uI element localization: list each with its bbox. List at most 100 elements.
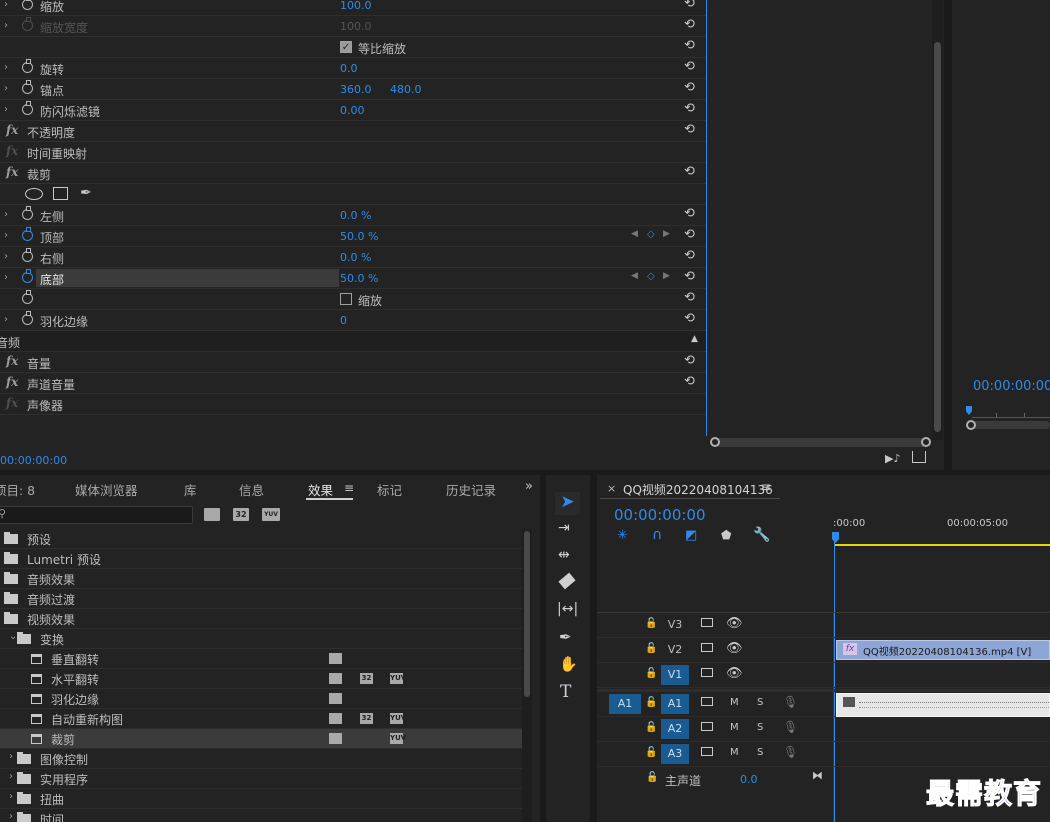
track-target-label[interactable]: V1 bbox=[661, 665, 689, 685]
accelerated-effects-filter[interactable] bbox=[204, 508, 220, 521]
tab-effects[interactable]: 效果 bbox=[308, 480, 333, 499]
expand-chevron-icon[interactable]: › bbox=[4, 209, 8, 220]
stopwatch-icon[interactable] bbox=[22, 269, 33, 283]
track-target-label[interactable]: A1 bbox=[661, 694, 689, 714]
add-marker-icon[interactable]: ⬟ bbox=[721, 528, 731, 542]
reset-icon[interactable]: ⟲ bbox=[684, 59, 695, 74]
property-value-2[interactable]: 480.0 bbox=[390, 83, 422, 96]
chevron-right-icon[interactable]: › bbox=[9, 791, 13, 802]
timeline-ruler[interactable] bbox=[834, 532, 1050, 544]
effect-controls-scrollbar[interactable] bbox=[932, 0, 943, 440]
expand-chevron-icon[interactable]: › bbox=[4, 230, 8, 241]
mute-button[interactable]: M bbox=[730, 697, 739, 708]
add-keyframe-icon[interactable]: ◇ bbox=[647, 271, 655, 282]
mic-icon[interactable]: 🎙 bbox=[783, 695, 798, 709]
program-zoom-bar[interactable] bbox=[966, 420, 1050, 430]
sync-lock-icon[interactable] bbox=[701, 747, 713, 756]
checkbox-row[interactable]: 缩放 ⟲ bbox=[0, 289, 706, 310]
stopwatch-icon[interactable] bbox=[22, 227, 33, 241]
fx-toggle-icon[interactable]: fx bbox=[6, 375, 18, 389]
add-keyframe-icon[interactable]: ◇ bbox=[647, 229, 655, 240]
track-target-label[interactable]: V3 bbox=[661, 615, 689, 635]
effect-item[interactable]: 垂直翻转 bbox=[0, 649, 522, 669]
reset-icon[interactable]: ⟲ bbox=[684, 101, 695, 116]
linked-selection-icon[interactable]: ◩ bbox=[685, 528, 697, 543]
video-track-header[interactable]: 🔓 V1 👁 bbox=[597, 663, 1050, 688]
property-value[interactable]: 50.0 % bbox=[340, 272, 378, 285]
reset-icon[interactable]: ⟲ bbox=[684, 122, 695, 137]
reset-icon[interactable]: ⟲ bbox=[684, 374, 695, 389]
effect-item[interactable]: 裁剪 YUV bbox=[0, 729, 522, 749]
property-value[interactable]: 50.0 % bbox=[340, 230, 378, 243]
fx-toggle-icon[interactable]: fx bbox=[6, 144, 18, 158]
property-value[interactable]: 0.0 bbox=[340, 62, 358, 75]
type-tool[interactable]: T bbox=[560, 682, 571, 702]
effect-header-row[interactable]: fx 音量 ⟲ bbox=[0, 352, 706, 373]
property-value[interactable]: 100.0 bbox=[340, 0, 372, 12]
ripple-edit-tool[interactable]: ⇹ bbox=[558, 547, 570, 563]
sequence-menu-icon[interactable]: ≡ bbox=[761, 480, 771, 494]
reset-icon[interactable]: ⟲ bbox=[684, 248, 695, 263]
property-value[interactable]: 0.00 bbox=[340, 104, 365, 117]
more-tabs-icon[interactable]: » bbox=[525, 479, 533, 494]
property-row[interactable]: › 左侧 0.0 % ⟲ bbox=[0, 205, 706, 226]
effect-folder[interactable]: ›音频过渡 bbox=[0, 589, 522, 609]
effect-item[interactable]: 羽化边缘 bbox=[0, 689, 522, 709]
audio-track-header[interactable]: 🔓 A3 M S 🎙 bbox=[597, 742, 1050, 767]
selection-tool[interactable]: ➤ bbox=[555, 492, 580, 515]
effect-controls-timeline[interactable] bbox=[707, 0, 933, 440]
tab-media-browser[interactable]: 媒体浏览器 bbox=[75, 480, 138, 499]
property-value[interactable]: 360.0 bbox=[340, 83, 372, 96]
source-patch-a1[interactable]: A1 bbox=[609, 694, 641, 714]
property-value[interactable]: 100.0 bbox=[340, 20, 372, 33]
stopwatch-icon[interactable] bbox=[22, 311, 33, 325]
snap-icon[interactable]: ∩ bbox=[652, 527, 662, 543]
collapse-icon[interactable]: ▲ bbox=[691, 334, 698, 344]
property-row[interactable]: › 缩放 100.0 ⟲ bbox=[0, 0, 706, 16]
video-clip-v2[interactable]: fx QQ视频20220408104136.mp4 [V] bbox=[836, 640, 1050, 660]
eye-icon[interactable]: 👁 bbox=[726, 641, 743, 656]
expand-chevron-icon[interactable]: › bbox=[4, 272, 8, 283]
stopwatch-icon[interactable] bbox=[22, 17, 33, 31]
reset-icon[interactable]: ⟲ bbox=[684, 0, 695, 11]
effect-header-row[interactable]: fx 声像器 bbox=[0, 394, 706, 415]
sequence-tab[interactable]: QQ视频20220408104136 bbox=[623, 481, 773, 498]
reset-icon[interactable]: ⟲ bbox=[684, 206, 695, 221]
effect-folder[interactable]: › 时间 bbox=[0, 809, 522, 822]
property-row[interactable]: › 锚点 360.0 480.0 ⟲ bbox=[0, 79, 706, 100]
effect-controls-timecode[interactable]: 00:00:00:00 bbox=[0, 454, 67, 467]
nest-sequence-icon[interactable]: ✳ bbox=[617, 528, 628, 543]
property-row[interactable]: › 右侧 0.0 % ⟲ bbox=[0, 247, 706, 268]
stopwatch-icon[interactable] bbox=[22, 0, 33, 10]
property-row[interactable]: ›底部50.0 %◀◇▶›⟲ bbox=[0, 268, 711, 289]
property-value[interactable]: 0.0 % bbox=[340, 251, 371, 264]
lock-icon[interactable]: 🔓 bbox=[645, 643, 657, 654]
reset-icon[interactable]: ⟲ bbox=[684, 353, 695, 368]
effects-search-input[interactable] bbox=[0, 506, 193, 524]
video-track-header[interactable]: 🔓 V3 👁 bbox=[597, 613, 1050, 638]
pen-mask-icon[interactable]: ✒ bbox=[80, 185, 92, 201]
next-keyframe-icon[interactable]: ▶ bbox=[663, 271, 670, 281]
prev-keyframe-icon[interactable]: ◀ bbox=[631, 229, 638, 239]
tab-markers[interactable]: 标记 bbox=[377, 480, 402, 499]
expand-chevron-icon[interactable]: › bbox=[4, 251, 8, 262]
track-select-tool[interactable]: ⇥ bbox=[558, 520, 570, 536]
effect-folder[interactable]: › 实用程序 bbox=[0, 769, 522, 789]
fx-toggle-icon[interactable]: fx bbox=[6, 354, 18, 368]
effect-header-row[interactable]: fx 裁剪 ⟲ bbox=[0, 163, 706, 184]
property-row[interactable]: ›顶部50.0 %◀◇▶›⟲ bbox=[0, 226, 711, 247]
effect-header-row[interactable]: fx 时间重映射 bbox=[0, 142, 706, 163]
tab-history[interactable]: 历史记录 bbox=[446, 480, 496, 499]
expand-chevron-icon[interactable]: › bbox=[4, 0, 8, 10]
audio-clip-a1[interactable] bbox=[836, 693, 1050, 717]
reset-icon[interactable]: ⟲ bbox=[684, 290, 695, 305]
sync-lock-icon[interactable] bbox=[701, 643, 713, 652]
reset-icon[interactable]: ⟲ bbox=[684, 311, 695, 326]
work-area-bar[interactable] bbox=[834, 544, 1050, 546]
eye-icon[interactable]: 👁 bbox=[726, 666, 743, 681]
reset-icon[interactable]: ⟲ bbox=[684, 227, 695, 242]
effect-controls-zoom-bar[interactable] bbox=[710, 437, 932, 449]
effect-controls-playhead[interactable] bbox=[706, 0, 707, 436]
expand-chevron-icon[interactable]: › bbox=[4, 83, 8, 94]
chevron-right-icon[interactable]: › bbox=[9, 751, 13, 762]
